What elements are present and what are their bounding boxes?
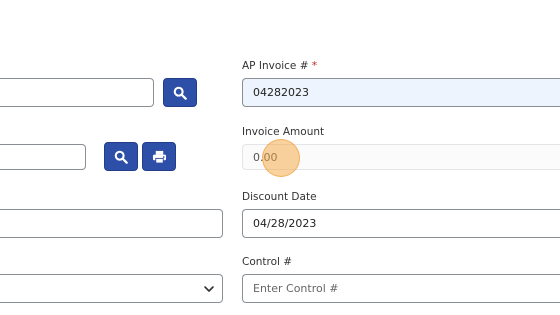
- invoice-amount-value: 0.00: [253, 150, 278, 164]
- search-button-1[interactable]: [163, 78, 197, 107]
- left-field-3[interactable]: [0, 209, 223, 238]
- ap-invoice-label: AP Invoice # *: [242, 60, 318, 72]
- control-label: Control #: [242, 256, 293, 268]
- control-input[interactable]: Enter Control #: [242, 274, 560, 303]
- left-select[interactable]: [0, 274, 223, 303]
- invoice-amount-label: Invoice Amount: [242, 126, 325, 138]
- required-asterisk: *: [311, 60, 318, 72]
- ap-invoice-input[interactable]: 04282023: [242, 78, 560, 107]
- print-button[interactable]: [142, 142, 176, 171]
- ap-invoice-value: 04282023: [253, 86, 309, 99]
- discount-date-label: Discount Date: [242, 191, 317, 203]
- invoice-amount-input[interactable]: 0.00: [242, 144, 560, 170]
- discount-date-input[interactable]: 04/28/2023: [242, 209, 560, 238]
- search-button-2[interactable]: [104, 142, 138, 171]
- chevron-down-icon: [204, 285, 214, 292]
- printer-icon: [152, 150, 166, 164]
- search-icon: [114, 150, 128, 164]
- left-field-2[interactable]: [0, 144, 86, 170]
- control-placeholder: Enter Control #: [253, 282, 339, 295]
- left-field-1[interactable]: [0, 78, 154, 107]
- discount-date-value: 04/28/2023: [253, 217, 317, 230]
- search-icon: [173, 86, 187, 100]
